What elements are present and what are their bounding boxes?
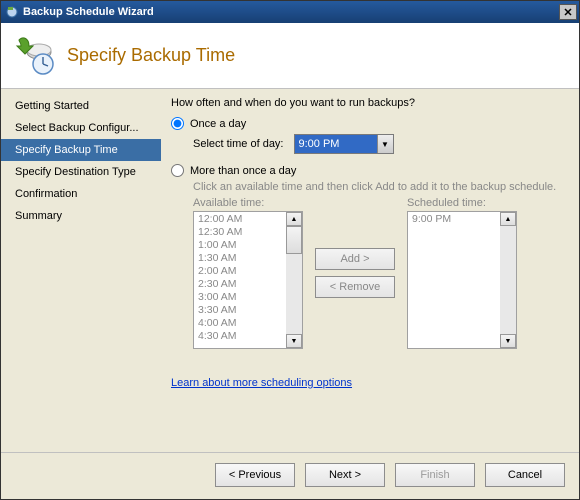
- scroll-down-icon[interactable]: ▼: [286, 334, 302, 348]
- scheduled-time-label: Scheduled time:: [407, 197, 517, 209]
- scroll-up-icon[interactable]: ▲: [286, 212, 302, 226]
- content-pane: How often and when do you want to run ba…: [161, 89, 579, 452]
- scroll-thumb[interactable]: [286, 226, 302, 254]
- list-item[interactable]: 4:30 AM: [194, 330, 286, 343]
- add-button[interactable]: Add >: [315, 248, 395, 270]
- multi-hint: Click an available time and then click A…: [193, 181, 565, 193]
- sidebar-item-specify-time[interactable]: Specify Backup Time: [1, 139, 161, 161]
- sidebar-item-summary[interactable]: Summary: [1, 205, 161, 227]
- scheduled-scrollbar[interactable]: ▲ ▼: [500, 212, 516, 348]
- sidebar-item-destination[interactable]: Specify Destination Type: [1, 161, 161, 183]
- list-item[interactable]: 12:00 AM: [194, 213, 286, 226]
- list-item[interactable]: 3:30 AM: [194, 304, 286, 317]
- list-item[interactable]: 2:00 AM: [194, 265, 286, 278]
- question-text: How often and when do you want to run ba…: [171, 97, 565, 109]
- time-of-day-select[interactable]: 9:00 PM ▼: [294, 134, 394, 154]
- finish-button[interactable]: Finish: [395, 463, 475, 487]
- radio-once-label: Once a day: [190, 118, 246, 130]
- learn-more-link[interactable]: Learn about more scheduling options: [171, 377, 352, 389]
- list-item[interactable]: 1:00 AM: [194, 239, 286, 252]
- radio-more-than-once-row: More than once a day: [171, 164, 565, 177]
- scheduled-time-list[interactable]: 9:00 PM ▲ ▼: [407, 211, 517, 349]
- list-item[interactable]: 4:00 AM: [194, 317, 286, 330]
- window-title: Backup Schedule Wizard: [23, 6, 154, 18]
- cancel-button[interactable]: Cancel: [485, 463, 565, 487]
- time-of-day-value: 9:00 PM: [295, 135, 377, 153]
- sidebar: Getting Started Select Backup Configur..…: [1, 89, 161, 452]
- page-title: Specify Backup Time: [67, 45, 235, 66]
- next-button[interactable]: Next >: [305, 463, 385, 487]
- backup-time-icon: [13, 34, 57, 78]
- scroll-up-icon[interactable]: ▲: [500, 212, 516, 226]
- footer: < Previous Next > Finish Cancel: [1, 452, 579, 499]
- radio-more-than-once[interactable]: [171, 164, 184, 177]
- titlebar: Backup Schedule Wizard: [1, 1, 579, 23]
- radio-more-label: More than once a day: [190, 165, 296, 177]
- radio-once-a-day[interactable]: [171, 117, 184, 130]
- time-of-day-label: Select time of day:: [193, 138, 284, 150]
- remove-button[interactable]: < Remove: [315, 276, 395, 298]
- sidebar-item-confirmation[interactable]: Confirmation: [1, 183, 161, 205]
- previous-button[interactable]: < Previous: [215, 463, 295, 487]
- list-item[interactable]: 9:00 PM: [408, 213, 500, 226]
- header: Specify Backup Time: [1, 23, 579, 89]
- list-item[interactable]: 3:00 AM: [194, 291, 286, 304]
- app-icon: [5, 5, 19, 19]
- sidebar-item-select-config[interactable]: Select Backup Configur...: [1, 117, 161, 139]
- radio-once-a-day-row: Once a day: [171, 117, 565, 130]
- available-time-list[interactable]: 12:00 AM12:30 AM1:00 AM1:30 AM2:00 AM2:3…: [193, 211, 303, 349]
- list-item[interactable]: 12:30 AM: [194, 226, 286, 239]
- available-scrollbar[interactable]: ▲ ▼: [286, 212, 302, 348]
- list-item[interactable]: 1:30 AM: [194, 252, 286, 265]
- chevron-down-icon: ▼: [377, 135, 393, 153]
- wizard-window: Backup Schedule Wizard Specify Backup Ti…: [0, 0, 580, 500]
- scroll-down-icon[interactable]: ▼: [500, 334, 516, 348]
- sidebar-item-getting-started[interactable]: Getting Started: [1, 95, 161, 117]
- list-item[interactable]: 2:30 AM: [194, 278, 286, 291]
- close-button[interactable]: [559, 4, 577, 20]
- available-time-label: Available time:: [193, 197, 303, 209]
